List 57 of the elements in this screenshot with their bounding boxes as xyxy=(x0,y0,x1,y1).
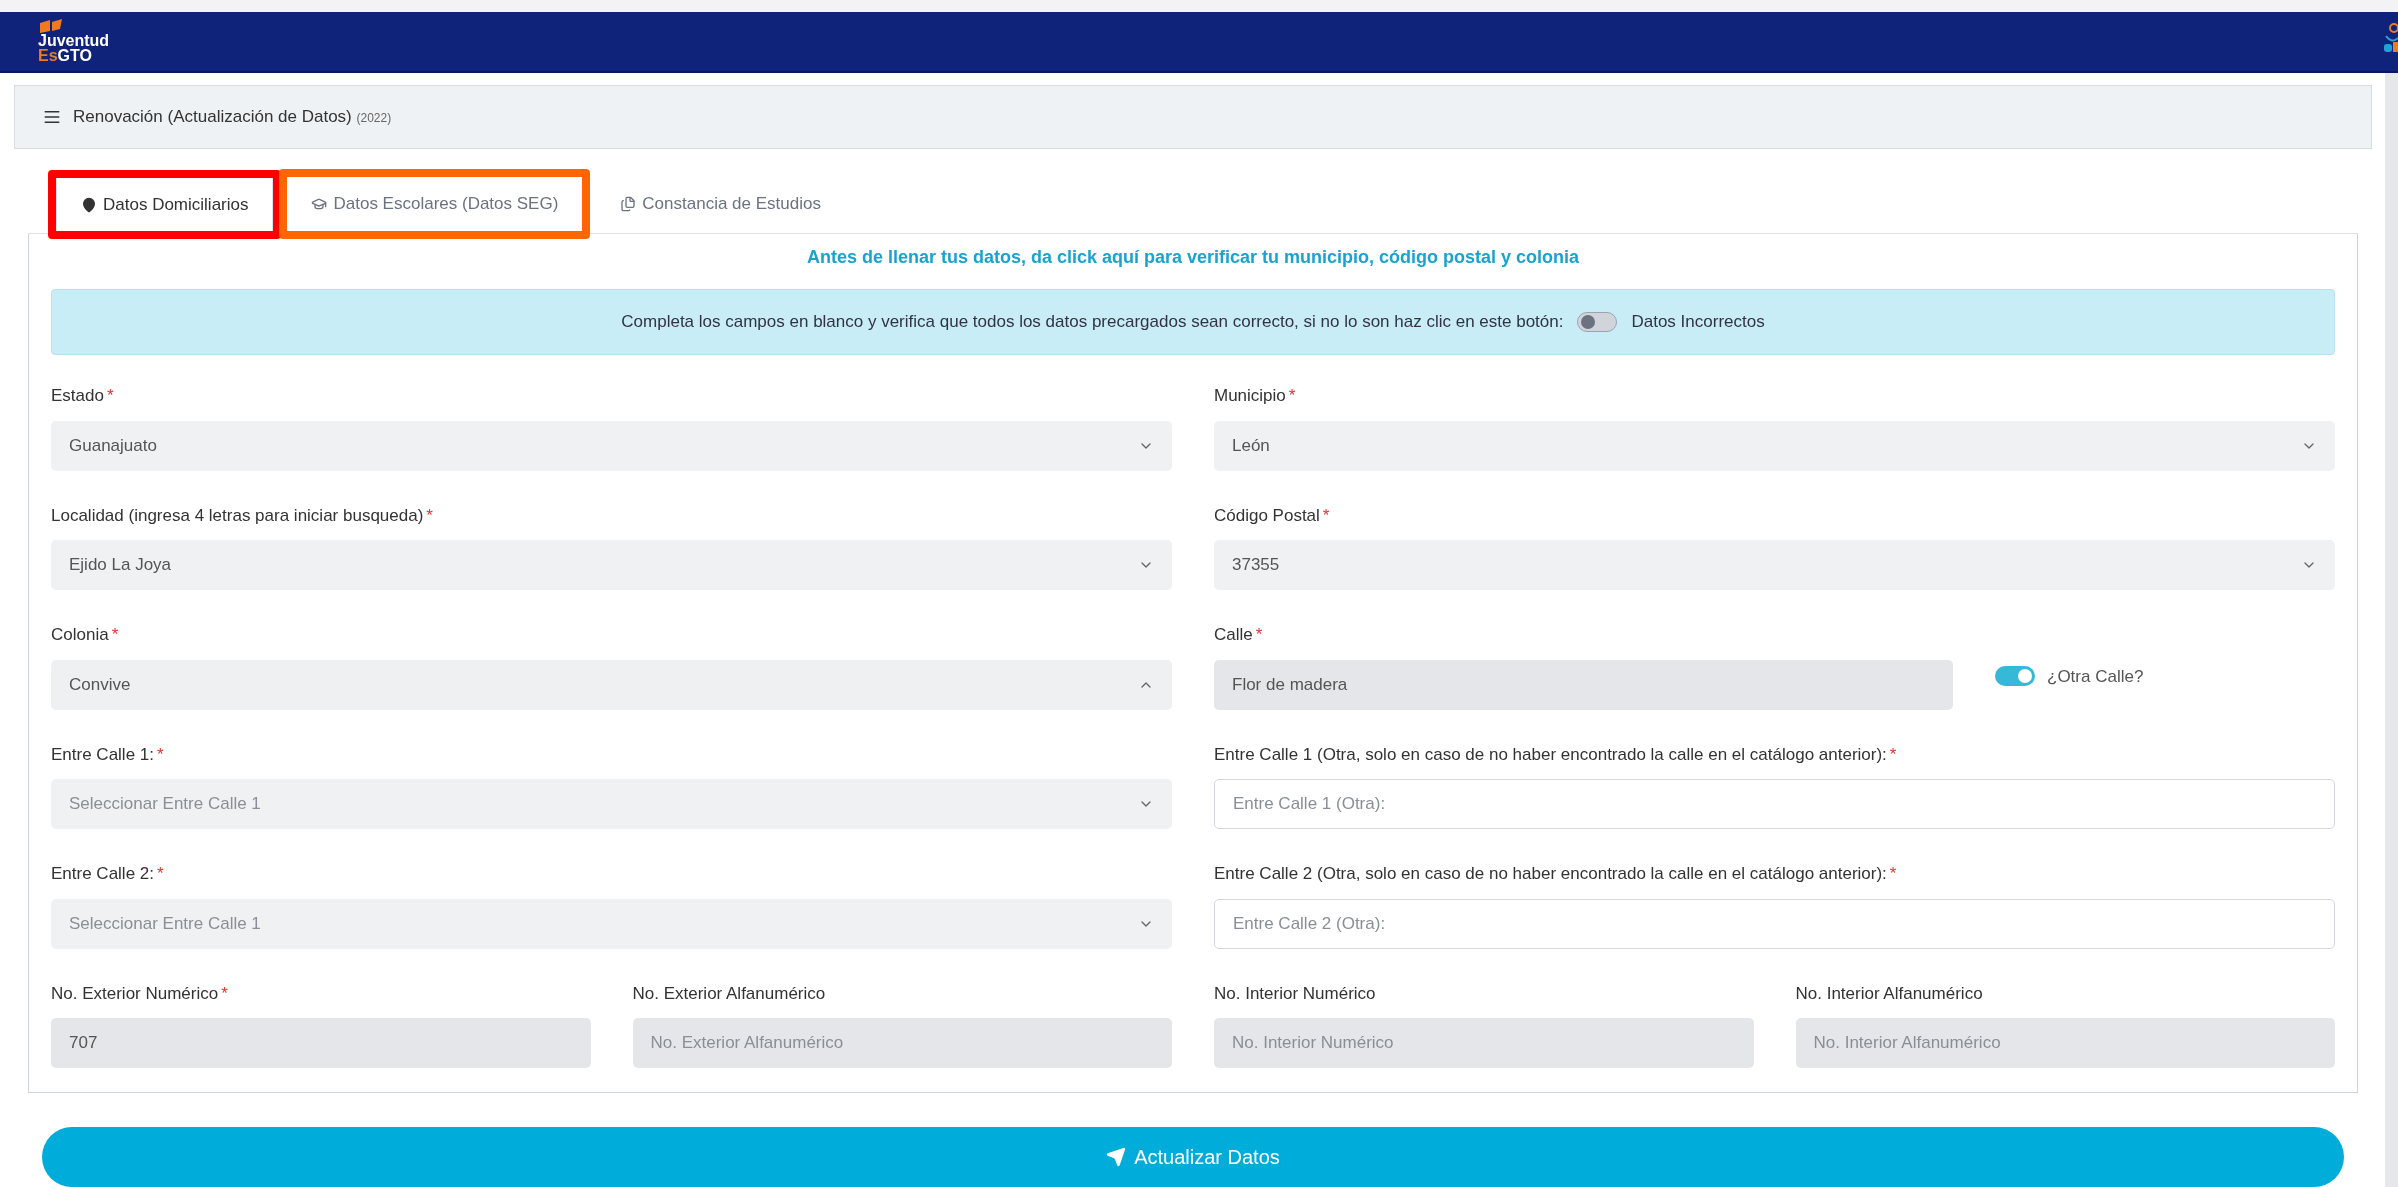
toggle-label: ¿Otra Calle? xyxy=(2047,665,2144,688)
toggle-label: Datos Incorrectos xyxy=(1631,311,1765,334)
field-label: Entre Calle 2 (Otra, solo en caso de no haber encontrado la calle en el catálogo anterior): xyxy=(1214,864,1887,883)
tab[interactable]: Constancia de Estudios xyxy=(596,175,845,233)
input-field[interactable]: No. Exterior Alfanumérico xyxy=(632,1018,1172,1068)
required-mark: * xyxy=(1322,505,1330,525)
required-mark: * xyxy=(1288,386,1296,405)
required-mark: * xyxy=(426,505,433,525)
input-field[interactable]: No. Interior Alfanumérico xyxy=(1795,1018,2335,1068)
input-field[interactable]: Entre Calle 1 (Otra): xyxy=(1214,779,2335,829)
field-label: Colonia xyxy=(51,625,109,644)
dropdown-field[interactable]: Convive xyxy=(51,659,1172,710)
required-mark: * xyxy=(1889,864,1897,883)
required-mark: * xyxy=(1889,744,1897,764)
required-mark: * xyxy=(111,625,119,644)
field-label: No. Interior Numérico xyxy=(1214,983,1376,1003)
alert-text: Completa los campos en blanco y verifica que todos los datos precargados sean correcto, si no lo son haz clic en este botón: xyxy=(621,311,1564,334)
map-pin-icon xyxy=(81,197,97,213)
verify-link[interactable]: Antes de llenar tus datos, da click aquí para verificar tu municipio, código postal y colonia xyxy=(806,244,1580,271)
input-field[interactable]: Entre Calle 2 (Otra): xyxy=(1214,898,2335,949)
field-label: Entre Calle 2: xyxy=(51,864,154,883)
field-label: No. Exterior Numérico xyxy=(51,983,219,1003)
field-label: Entre Calle 1 (Otra, solo en caso de no haber encontrado la calle en el catálogo anterior): xyxy=(1214,744,1887,764)
input-field[interactable]: 707 xyxy=(51,1018,591,1068)
field-label: Calle xyxy=(1214,625,1253,644)
dropdown-field[interactable]: Seleccionar Entre Calle 1 xyxy=(51,779,1172,829)
field-label: Estado xyxy=(51,386,104,405)
tab[interactable]: Datos Domiciliarios xyxy=(56,176,274,234)
field-label: Entre Calle 1: xyxy=(51,744,154,764)
dropdown-field[interactable]: 37355 xyxy=(1214,540,2335,590)
field-label: Municipio xyxy=(1214,386,1286,405)
dropdown-field[interactable]: Ejido La Joya xyxy=(51,540,1172,590)
page-title: Renovación (Actualización de Datos) (2022) xyxy=(73,106,392,129)
dropdown-field[interactable]: Guanajuato xyxy=(51,420,1172,471)
toggle-switch[interactable] xyxy=(1995,666,2035,687)
menu-icon xyxy=(43,108,61,126)
dropdown-field[interactable]: Seleccionar Entre Calle 1 xyxy=(51,898,1172,949)
field-label: No. Interior Alfanumérico xyxy=(1795,983,1983,1003)
field-label: Código Postal xyxy=(1214,505,1320,525)
toggle-switch[interactable] xyxy=(1577,312,1618,332)
dropdown-field[interactable]: León xyxy=(1214,420,2335,471)
required-mark: * xyxy=(157,864,164,883)
required-mark: * xyxy=(221,983,228,1003)
required-mark: * xyxy=(157,744,164,764)
tab[interactable]: Datos Escolares (Datos SEG) xyxy=(287,175,583,233)
submit-button[interactable]: Actualizar Datos xyxy=(42,1127,2344,1187)
input-field[interactable]: No. Interior Numérico xyxy=(1214,1018,1754,1068)
required-mark: * xyxy=(106,386,114,405)
files-icon xyxy=(620,196,637,212)
required-mark: * xyxy=(1255,625,1263,644)
input-field[interactable]: Flor de madera xyxy=(1214,659,1953,710)
logo[interactable]: Juventud EsGTO xyxy=(38,19,110,64)
graduation-cap-icon xyxy=(311,196,328,212)
field-label: Localidad (ingresa 4 letras para iniciar busqueda) xyxy=(51,505,424,525)
send-icon xyxy=(1106,1147,1127,1167)
logo-mark-icon xyxy=(38,19,64,34)
field-label: No. Exterior Alfanumérico xyxy=(632,983,826,1003)
